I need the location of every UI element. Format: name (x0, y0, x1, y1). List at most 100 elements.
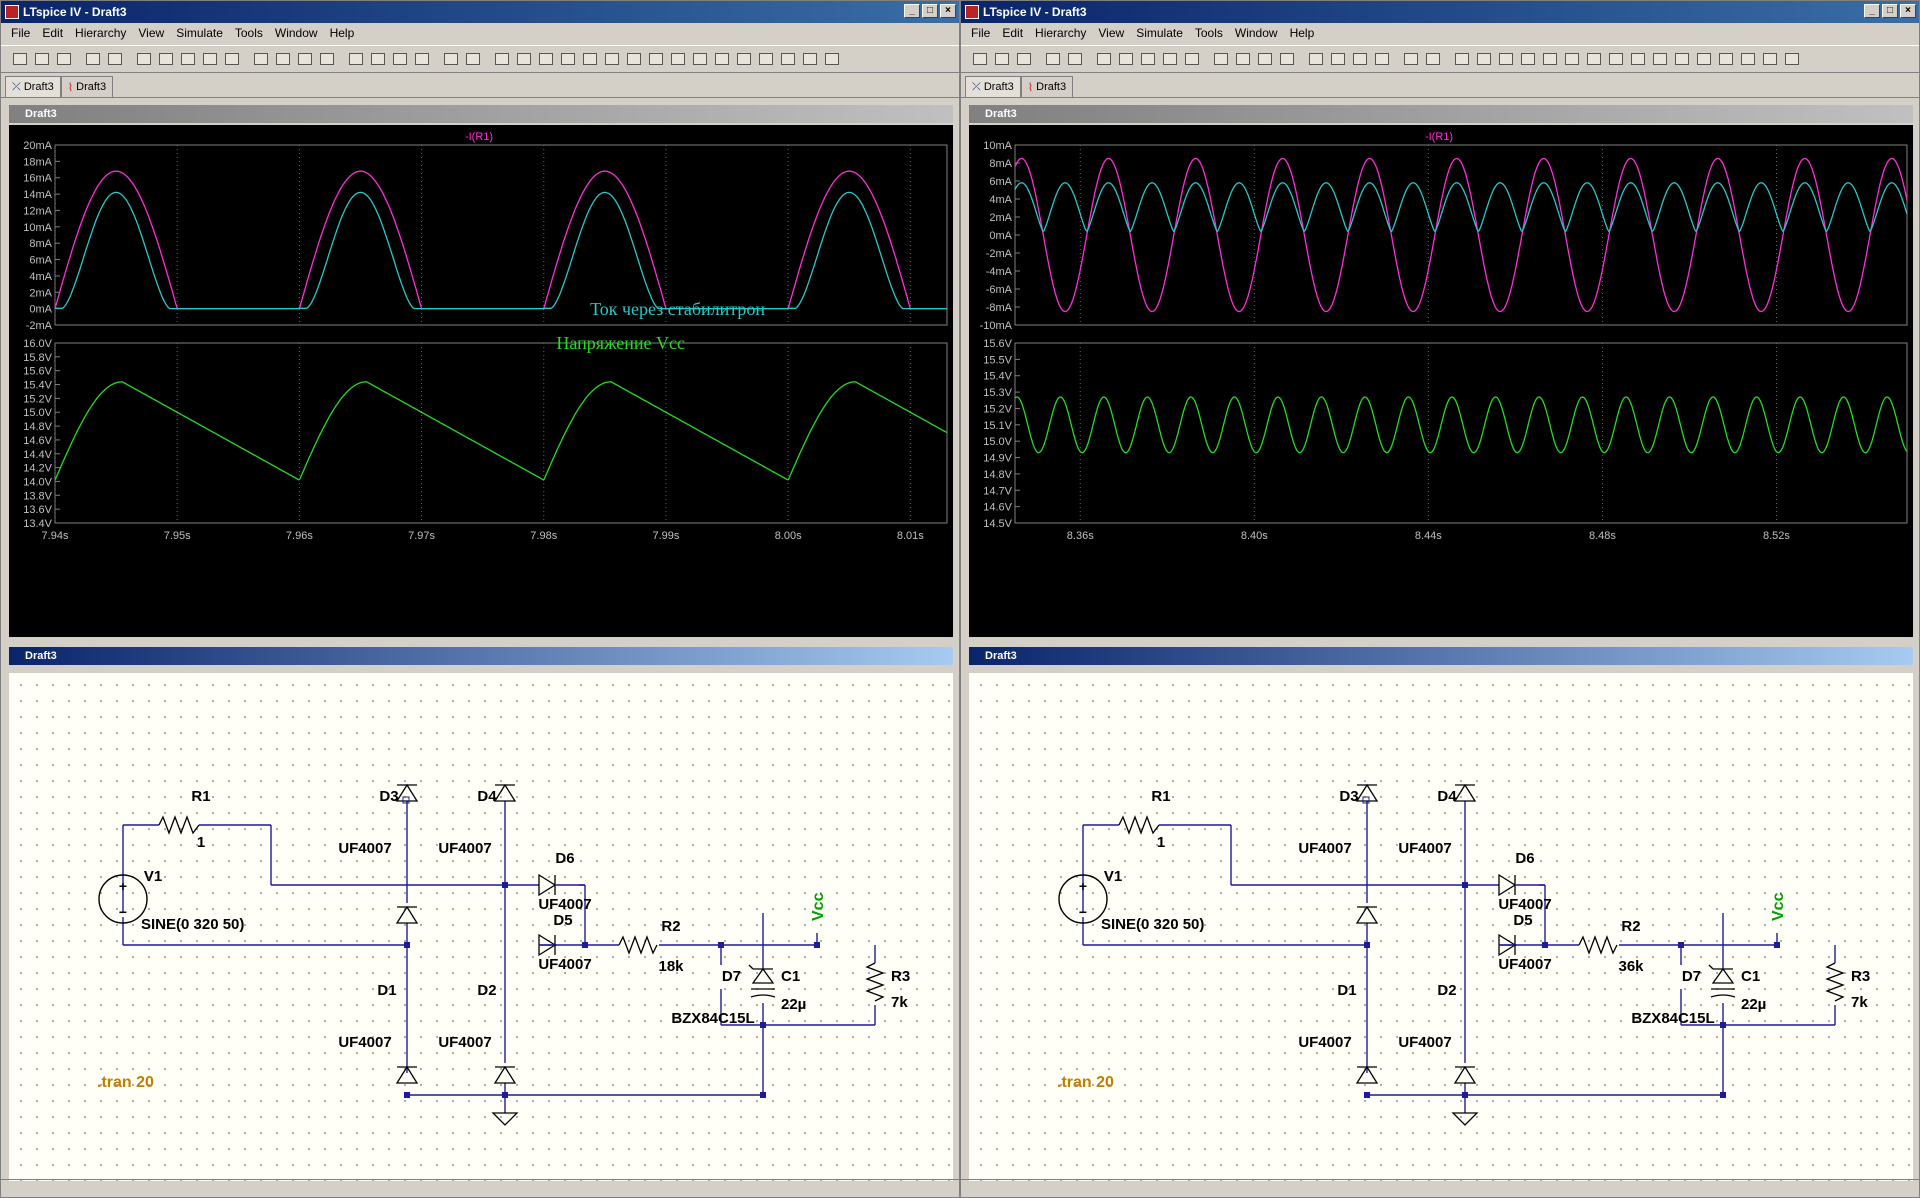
diode-d3[interactable] (1355, 783, 1379, 802)
diode-d1[interactable] (395, 905, 419, 924)
tile-v-icon[interactable] (294, 49, 315, 70)
redo-icon[interactable] (1693, 49, 1714, 70)
paste-icon[interactable] (1349, 49, 1370, 70)
resistor-r2[interactable] (618, 935, 658, 955)
inductor-icon[interactable] (601, 49, 622, 70)
capacitor-c1[interactable] (1710, 988, 1736, 998)
ground-icon[interactable] (1473, 49, 1494, 70)
menu-file[interactable]: File (965, 26, 996, 40)
find-icon[interactable] (1371, 49, 1392, 70)
open-icon[interactable] (31, 49, 52, 70)
move-icon[interactable] (667, 49, 688, 70)
print-icon[interactable] (1422, 49, 1443, 70)
open-icon[interactable] (991, 49, 1012, 70)
schematic-svg[interactable]: + − V1 SINE(0 320 50) R1 1 D3 UF4007 D4 UF4007 D6 U… (9, 673, 955, 1181)
trace-name[interactable]: -I(R1) (1425, 131, 1453, 143)
schematic-pane-title[interactable]: Draft3 (969, 647, 1913, 665)
zoom-in-icon[interactable] (1093, 49, 1114, 70)
ground-icon[interactable] (513, 49, 534, 70)
schematic-editor[interactable]: + − V1 SINE(0 320 50) R1 1 D3 UF4007 D4 UF4007 D6 U… (969, 673, 1913, 1181)
diode-icon[interactable] (623, 49, 644, 70)
menu-view[interactable]: View (132, 26, 170, 40)
pan-icon[interactable] (155, 49, 176, 70)
mirror-icon[interactable] (777, 49, 798, 70)
diode-d2[interactable] (1453, 1065, 1477, 1084)
spice-directive-icon[interactable] (1781, 49, 1802, 70)
diode-d6[interactable] (538, 873, 557, 897)
text-icon[interactable] (1759, 49, 1780, 70)
paste-icon[interactable] (389, 49, 410, 70)
diode-d6[interactable] (1498, 873, 1517, 897)
resistor-r1[interactable] (1118, 815, 1160, 835)
new-schematic-icon[interactable] (969, 49, 990, 70)
rotate-icon[interactable] (1715, 49, 1736, 70)
zoom-out-icon[interactable] (177, 49, 198, 70)
trace-zener-current[interactable] (1014, 182, 1908, 233)
drag-icon[interactable] (689, 49, 710, 70)
rotate-icon[interactable] (755, 49, 776, 70)
waveform-plot[interactable]: -I(R1) 20mA 18mA 16mA 14mA 12mA 10mA 8mA 6mA 4mA 2… (9, 125, 953, 637)
close-button[interactable]: × (940, 4, 956, 18)
redo-icon[interactable] (733, 49, 754, 70)
schematic-editor[interactable]: + − V1 SINE(0 320 50) R1 1 D3 UF4007 D4 UF4007 D6 U… (9, 673, 953, 1181)
menu-help[interactable]: Help (324, 26, 361, 40)
ground-icon[interactable] (491, 1112, 519, 1126)
zoom-out-icon[interactable] (1137, 49, 1158, 70)
component-icon[interactable] (1605, 49, 1626, 70)
undo-icon[interactable] (1671, 49, 1692, 70)
menu-window[interactable]: Window (1229, 26, 1284, 40)
run-icon[interactable] (1064, 49, 1085, 70)
tab-waveform[interactable]: ⌇ Draft3 (60, 76, 114, 97)
menu-edit[interactable]: Edit (996, 26, 1029, 40)
title-bar[interactable]: LTspice IV - Draft3 _ □ × (961, 1, 1919, 23)
print-preview-icon[interactable] (1400, 49, 1421, 70)
net-label-vcc[interactable]: Vcc (1770, 892, 1787, 921)
cascade-icon[interactable] (1276, 49, 1297, 70)
run-icon[interactable] (104, 49, 125, 70)
save-icon[interactable] (1013, 49, 1034, 70)
wire-icon[interactable] (1451, 49, 1472, 70)
waveform-plot[interactable]: -I(R1) 10mA 8mA 6mA 4mA 2mA 0mA -2mA -4mA -6mA -8m… (969, 125, 1913, 637)
text-icon[interactable] (799, 49, 820, 70)
autorange-icon[interactable] (250, 49, 271, 70)
print-preview-icon[interactable] (440, 49, 461, 70)
new-schematic-icon[interactable] (9, 49, 30, 70)
wire-icon[interactable] (491, 49, 512, 70)
move-icon[interactable] (1627, 49, 1648, 70)
trace-vcc[interactable] (54, 381, 948, 481)
minimize-button[interactable]: _ (1864, 4, 1880, 18)
menu-hierarchy[interactable]: Hierarchy (69, 26, 132, 40)
menu-simulate[interactable]: Simulate (1130, 26, 1189, 40)
autorange-icon[interactable] (1210, 49, 1231, 70)
diode-d4[interactable] (1453, 783, 1477, 802)
control-panel-icon[interactable] (1042, 49, 1063, 70)
find-icon[interactable] (411, 49, 432, 70)
menu-file[interactable]: File (5, 26, 36, 40)
capacitor-icon[interactable] (1539, 49, 1560, 70)
title-bar[interactable]: LTspice IV - Draft3 _ □ × (1, 1, 959, 23)
cancel-zoom-icon[interactable] (1181, 49, 1202, 70)
mirror-icon[interactable] (1737, 49, 1758, 70)
spice-directive[interactable]: .tran 20 (97, 1074, 154, 1091)
maximize-button[interactable]: □ (922, 4, 938, 18)
copy-icon[interactable] (1327, 49, 1348, 70)
diode-d1[interactable] (1355, 905, 1379, 924)
copy-icon[interactable] (367, 49, 388, 70)
zener-d7[interactable] (1708, 964, 1735, 984)
menu-tools[interactable]: Tools (1189, 26, 1229, 40)
diode-d2[interactable] (493, 1065, 517, 1084)
trace-name[interactable]: -I(R1) (465, 131, 493, 143)
resistor-r3[interactable] (865, 962, 885, 1002)
print-icon[interactable] (462, 49, 483, 70)
tab-schematic[interactable]: ⤫ Draft3 (5, 76, 61, 97)
trace-zener-current[interactable] (55, 191, 947, 310)
control-panel-icon[interactable] (82, 49, 103, 70)
label-icon[interactable] (1495, 49, 1516, 70)
spice-directive-icon[interactable] (821, 49, 842, 70)
diode-d4[interactable] (493, 783, 517, 802)
waveform-plot-svg[interactable]: -I(R1) 20mA 18mA 16mA 14mA 12mA 10mA 8mA 6mA 4mA 2… (9, 125, 955, 637)
resistor-icon[interactable] (557, 49, 578, 70)
capacitor-c1[interactable] (750, 988, 776, 998)
drag-icon[interactable] (1649, 49, 1670, 70)
capacitor-icon[interactable] (579, 49, 600, 70)
